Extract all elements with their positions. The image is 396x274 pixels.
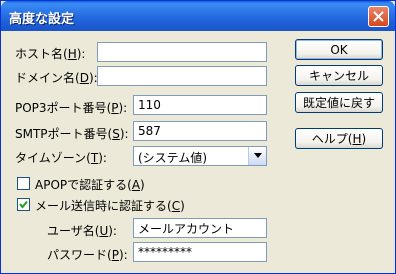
apop-accelerator: A xyxy=(131,178,141,192)
timezone-accelerator: T xyxy=(90,151,99,165)
pop3-port-accelerator: P xyxy=(111,101,119,115)
apop-label-text: APOPで認証する xyxy=(35,178,128,192)
apop-checkbox[interactable] xyxy=(17,177,30,190)
password-accelerator: P xyxy=(111,248,119,262)
username-input[interactable] xyxy=(133,218,267,238)
smtp-auth-label[interactable]: メール送信時に認証する(C) xyxy=(35,197,185,214)
host-label: ホスト名(H): xyxy=(15,47,86,61)
timezone-select[interactable]: (システム値) xyxy=(133,146,267,166)
pop3-port-label-text: POP3ポート番号 xyxy=(15,101,107,115)
smtp-port-label-text: SMTPポート番号 xyxy=(15,127,108,141)
pop3-port-label: POP3ポート番号(P): xyxy=(15,101,128,115)
password-label-text: パスワード xyxy=(47,248,108,262)
apop-label[interactable]: APOPで認証する(A) xyxy=(35,176,145,193)
username-label-text: ユーザ名 xyxy=(47,224,95,238)
smtp-auth-accelerator: C xyxy=(171,199,181,213)
smtp-port-input[interactable] xyxy=(133,121,267,141)
timezone-label-text: タイムゾーン xyxy=(15,151,87,165)
timezone-label: タイムゾーン(T): xyxy=(15,151,107,165)
help-button-label: ヘルプ xyxy=(311,132,348,146)
close-button[interactable] xyxy=(368,6,389,27)
ok-button[interactable]: OK xyxy=(295,39,383,60)
password-input[interactable] xyxy=(133,242,267,262)
pop3-port-input[interactable] xyxy=(133,95,267,115)
smtp-port-accelerator: S xyxy=(112,127,120,141)
password-label: パスワード(P): xyxy=(47,248,128,262)
help-button[interactable]: ヘルプ(H) xyxy=(295,128,383,149)
smtp-auth-checkbox[interactable] xyxy=(17,198,30,211)
domain-label: ドメイン名(D): xyxy=(15,71,98,85)
host-accelerator: H xyxy=(67,47,77,61)
username-accelerator: U xyxy=(99,224,109,238)
timezone-selected-value: (システム値) xyxy=(138,151,208,165)
advanced-settings-dialog: 高度な設定 ホスト名(H): ドメイン名(D): POP3ポート番号(P): S… xyxy=(0,0,396,274)
domain-input[interactable] xyxy=(97,66,267,86)
window-title: 高度な設定 xyxy=(9,12,75,27)
smtp-port-label: SMTPポート番号(S): xyxy=(15,127,129,141)
cancel-button[interactable]: キャンセル xyxy=(295,65,383,86)
host-label-text: ホスト名 xyxy=(15,47,64,61)
domain-accelerator: D xyxy=(79,71,89,85)
title-bar[interactable]: 高度な設定 xyxy=(1,1,395,31)
help-accelerator: H xyxy=(352,131,362,146)
reset-defaults-button[interactable]: 既定値に戻す xyxy=(295,92,383,113)
host-input[interactable] xyxy=(97,42,267,62)
domain-label-text: ドメイン名 xyxy=(15,71,76,85)
smtp-auth-label-text: メール送信時に認証する xyxy=(35,199,168,213)
timezone-dropdown-button[interactable] xyxy=(248,147,266,165)
username-label: ユーザ名(U): xyxy=(47,224,117,238)
